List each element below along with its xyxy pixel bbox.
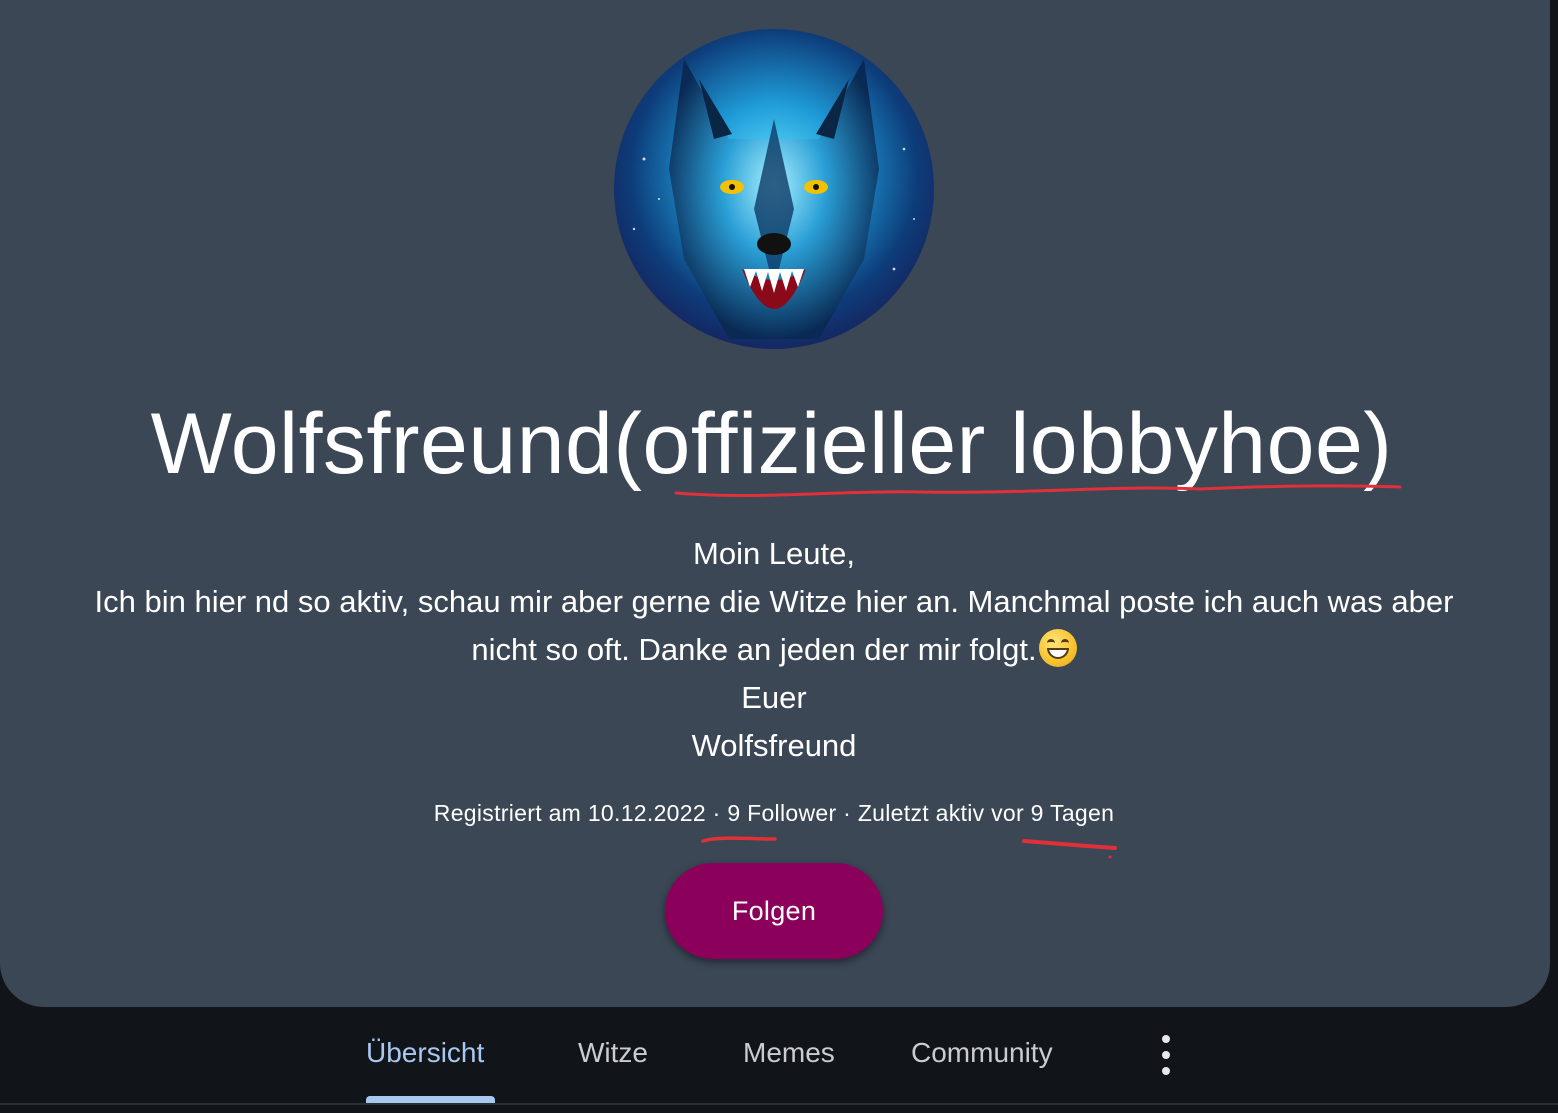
profile-meta: Registriert am 10.12.2022 · 9 Follower ·… — [0, 800, 1548, 827]
meta-separator: · — [843, 800, 852, 826]
profile-name: Wolfsfreund(offizieller lobbyhoe) — [150, 396, 1393, 492]
meta-separator: · — [712, 800, 721, 826]
profile-avatar[interactable] — [614, 29, 934, 349]
bio-line-intro: Ich bin hier nd so aktiv, schau mir aber… — [94, 584, 1454, 619]
bio-line-closing: Euer — [741, 680, 807, 715]
grinning-face-emoji-icon — [1038, 629, 1077, 667]
profile-bio: Moin Leute, Ich bin hier nd so aktiv, sc… — [40, 530, 1508, 770]
profile-tab-bar: Übersicht Witze Memes Community — [0, 1007, 1558, 1113]
profile-card — [0, 0, 1550, 1007]
bio-line-thanks: nicht so oft. Danke an jeden der mir fol… — [40, 626, 1508, 674]
follow-button[interactable]: Folgen — [665, 863, 883, 959]
tab-uebersicht[interactable]: Übersicht — [366, 1037, 484, 1069]
registered-date: Registriert am 10.12.2022 — [433, 800, 706, 826]
tab-witze[interactable]: Witze — [578, 1037, 648, 1069]
follower-count[interactable]: 9 Follower — [727, 800, 836, 826]
tab-bar-divider — [0, 1103, 1558, 1105]
tab-memes[interactable]: Memes — [743, 1037, 835, 1069]
wolf-avatar-image — [632, 59, 915, 339]
last-active: Zuletzt aktiv vor 9 Tagen — [857, 800, 1115, 826]
bio-line-signature: Wolfsfreund — [691, 728, 857, 763]
bio-line-thanks-text: nicht so oft. Danke an jeden der mir fol… — [471, 632, 1037, 667]
tab-community[interactable]: Community — [911, 1037, 1053, 1069]
bio-line-greeting: Moin Leute, — [693, 536, 855, 571]
more-vert-icon[interactable] — [1150, 1035, 1182, 1075]
